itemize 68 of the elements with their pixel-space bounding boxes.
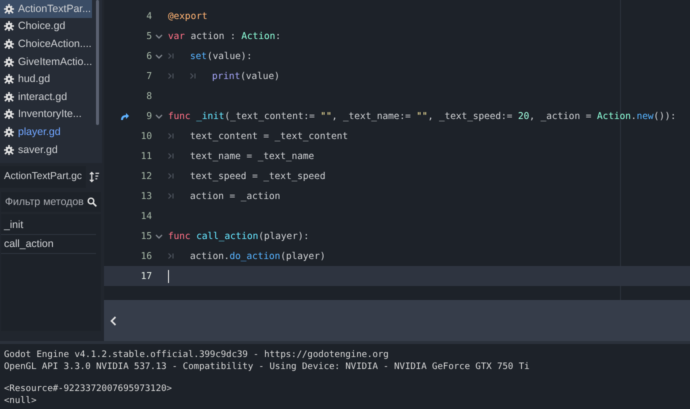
tab-marker-icon — [168, 173, 174, 179]
code-text: func _init(_text_content:= "", _text_name:= "", _text_speed:= 20, _action = Action.new()): — [168, 110, 676, 122]
line-number: 6 — [145, 50, 152, 62]
chevron-icon[interactable] — [155, 34, 163, 38]
gear-icon — [4, 92, 14, 102]
line-number: 15 — [140, 230, 152, 242]
gear-icon — [4, 4, 14, 14]
method-item[interactable]: _init — [1, 216, 96, 235]
output-line: <null> — [4, 396, 38, 407]
collapse-chevron-icon[interactable] — [110, 316, 117, 326]
code-text: action.do_action(player) — [190, 250, 326, 262]
code-text: text_speed = _text_speed — [190, 170, 326, 182]
current-script-label: ActionTextPart.gc — [0, 166, 86, 188]
line-number: 11 — [140, 150, 152, 162]
script-item[interactable]: ActionTextPar... — [0, 0, 92, 18]
script-item[interactable]: InventoryIte... — [0, 106, 92, 124]
output-line: OpenGL API 3.3.0 NVIDIA 537.13 - Compatibility - Using Device: NVIDIA - NVIDIA GeForce GTX 750 Ti — [4, 362, 531, 373]
script-item[interactable]: GiveItemActio... — [0, 52, 92, 70]
line-number: 13 — [140, 190, 152, 202]
line-number: 7 — [145, 70, 152, 82]
tab-marker-icon — [168, 133, 174, 139]
chevron-icon[interactable] — [155, 114, 163, 118]
override-arrow-icon[interactable] — [120, 112, 130, 120]
tab-marker-icon — [168, 73, 174, 79]
line-number: 9 — [145, 110, 152, 122]
chevron-icon[interactable] — [155, 54, 163, 58]
tab-marker-icon — [168, 53, 174, 59]
method-item[interactable]: call_action — [1, 235, 96, 254]
line-number: 10 — [140, 130, 152, 142]
tab-marker-icon — [168, 153, 174, 159]
tab-marker-icon — [168, 193, 174, 199]
code-text: var action : Action: — [168, 30, 281, 42]
tab-marker-icon — [190, 73, 196, 79]
script-item[interactable]: hud.gd — [0, 70, 92, 88]
method-filter-field[interactable]: Фильтр методов — [1, 192, 101, 212]
gear-icon — [4, 144, 14, 155]
chevron-icon[interactable] — [155, 234, 163, 238]
script-item[interactable]: saver.gd — [0, 140, 92, 158]
code-text: text_content = _text_content — [190, 130, 348, 142]
line-number: 14 — [140, 210, 152, 222]
code-text: text_name = _text_name — [190, 150, 314, 162]
line-number: 4 — [145, 10, 152, 22]
gear-icon — [4, 21, 14, 32]
gear-icon — [4, 56, 14, 67]
gear-icon — [4, 74, 14, 84]
line-number: 8 — [145, 90, 152, 102]
sort-icon[interactable] — [89, 171, 100, 183]
code-text: print(value) — [212, 70, 280, 82]
line-number: 17 — [140, 270, 152, 282]
line-number: 12 — [140, 170, 152, 182]
output-line: <Resource#-9223372007695973120> — [4, 384, 173, 396]
gear-icon — [4, 126, 14, 137]
script-item[interactable]: ChoiceAction.... — [0, 35, 92, 53]
output-line: Godot Engine v4.1.2.stable.official.399c9dc39 - https://godotengine.org — [4, 350, 390, 362]
gear-icon — [4, 109, 14, 120]
code-text: @export — [168, 10, 208, 22]
code-text: action = _action — [190, 190, 280, 202]
text-cursor — [168, 270, 169, 282]
search-icon — [87, 197, 97, 207]
line-number: 5 — [145, 30, 152, 42]
code-text: set(value): — [190, 50, 252, 62]
script-item[interactable]: interact.gd — [0, 88, 92, 106]
gear-icon — [4, 38, 14, 49]
tab-marker-icon — [168, 253, 174, 259]
script-item[interactable]: player.gd — [0, 123, 92, 141]
code-text: func call_action(player): — [168, 230, 310, 242]
line-number: 16 — [140, 250, 152, 262]
script-item[interactable]: Choice.gd — [0, 18, 92, 36]
